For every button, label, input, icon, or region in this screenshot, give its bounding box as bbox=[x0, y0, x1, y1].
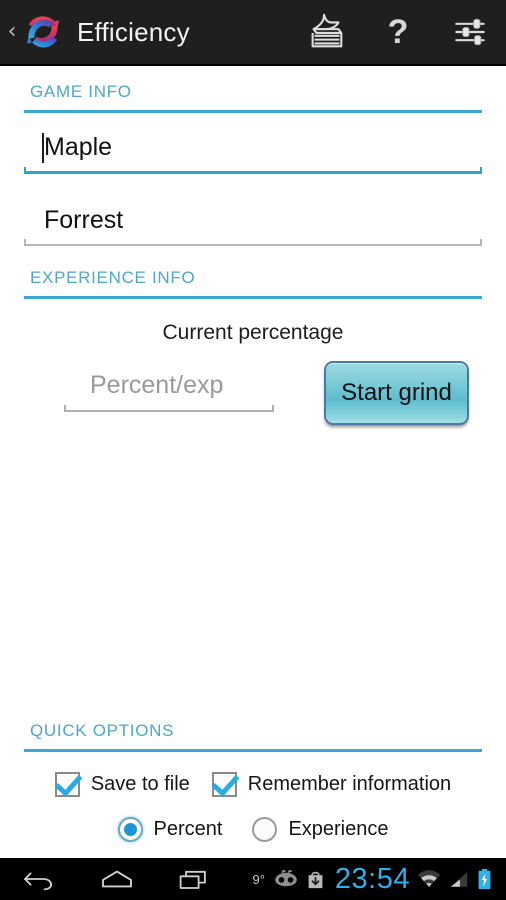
sync-circular-arrows-icon[interactable] bbox=[21, 10, 65, 54]
text-cursor bbox=[42, 133, 44, 163]
location-name-underline bbox=[24, 239, 482, 246]
percent-exp-input[interactable]: Percent/exp bbox=[64, 361, 274, 412]
character-name-field[interactable]: Maple bbox=[24, 121, 482, 174]
recents-icon[interactable] bbox=[156, 858, 234, 900]
help-question-icon[interactable]: ? bbox=[362, 0, 434, 65]
location-name-value: Forrest bbox=[44, 206, 124, 234]
play-store-download-icon bbox=[306, 870, 325, 889]
section-header-experience-info: EXPERIENCE INFO bbox=[24, 246, 482, 299]
checkbox-checked-icon[interactable] bbox=[54, 772, 80, 797]
status-clock: 23:54 bbox=[334, 862, 410, 895]
section-rule-game-info bbox=[24, 110, 482, 113]
back-icon[interactable] bbox=[0, 858, 78, 900]
checkbox-remember-information[interactable]: Remember information bbox=[211, 772, 452, 797]
help-glyph: ? bbox=[387, 13, 409, 51]
radio-experience[interactable]: Experience bbox=[252, 817, 389, 842]
current-percentage-label: Current percentage bbox=[162, 321, 344, 344]
section-rule-quick-options bbox=[24, 749, 482, 752]
percent-exp-underline bbox=[64, 405, 274, 412]
radio-row: Percent Experience bbox=[0, 817, 506, 842]
checkbox-save-to-file[interactable]: Save to file bbox=[54, 772, 190, 797]
percent-exp-placeholder: Percent/exp bbox=[90, 371, 224, 399]
paper-stack-icon[interactable] bbox=[290, 0, 362, 65]
page-title: Efficiency bbox=[77, 16, 190, 47]
cyanogenmod-cid-icon bbox=[274, 870, 298, 888]
wifi-icon bbox=[417, 869, 441, 889]
start-grind-button[interactable]: Start grind bbox=[324, 361, 469, 425]
section-label-game-info: GAME INFO bbox=[30, 82, 132, 101]
checkbox-checked-icon[interactable] bbox=[211, 772, 237, 797]
location-name-field[interactable]: Forrest bbox=[24, 194, 482, 246]
section-header-game-info: GAME INFO bbox=[24, 68, 482, 113]
checkbox-row: Save to file Remember information bbox=[0, 772, 506, 797]
character-name-underline bbox=[24, 167, 482, 174]
start-grind-label: Start grind bbox=[341, 379, 452, 406]
character-name-value: Maple bbox=[44, 133, 113, 161]
action-bar: ‹ Efficiency ? bbox=[0, 0, 506, 66]
section-rule-experience-info bbox=[24, 296, 482, 299]
home-icon[interactable] bbox=[78, 858, 156, 900]
back-caret-icon[interactable]: ‹ bbox=[4, 21, 20, 43]
radio-percent[interactable]: Percent bbox=[117, 817, 223, 842]
section-header-quick-options: QUICK OPTIONS bbox=[24, 707, 482, 752]
checkbox-remember-information-label: Remember information bbox=[247, 773, 452, 795]
radio-selected-icon[interactable] bbox=[117, 817, 143, 842]
cellular-signal-icon bbox=[449, 870, 469, 889]
status-tray: 9° 23:54 bbox=[252, 858, 506, 900]
main-content: GAME INFO Maple Forrest EXPERIENCE INFO … bbox=[0, 68, 506, 858]
experience-input-row: Percent/exp Start grind bbox=[0, 361, 506, 425]
temperature-indicator: 9° bbox=[252, 871, 265, 887]
section-label-experience-info: EXPERIENCE INFO bbox=[30, 268, 196, 287]
radio-percent-label: Percent bbox=[153, 818, 223, 840]
battery-charging-icon bbox=[477, 868, 492, 890]
section-label-quick-options: QUICK OPTIONS bbox=[30, 721, 175, 740]
radio-experience-label: Experience bbox=[288, 818, 389, 840]
radio-unselected-icon[interactable] bbox=[252, 817, 278, 842]
android-navigation-bar: 9° 23:54 bbox=[0, 858, 506, 900]
quick-options-section: QUICK OPTIONS Save to file Remember info… bbox=[0, 707, 506, 858]
settings-sliders-icon[interactable] bbox=[434, 0, 506, 65]
checkbox-save-to-file-label: Save to file bbox=[90, 773, 190, 795]
